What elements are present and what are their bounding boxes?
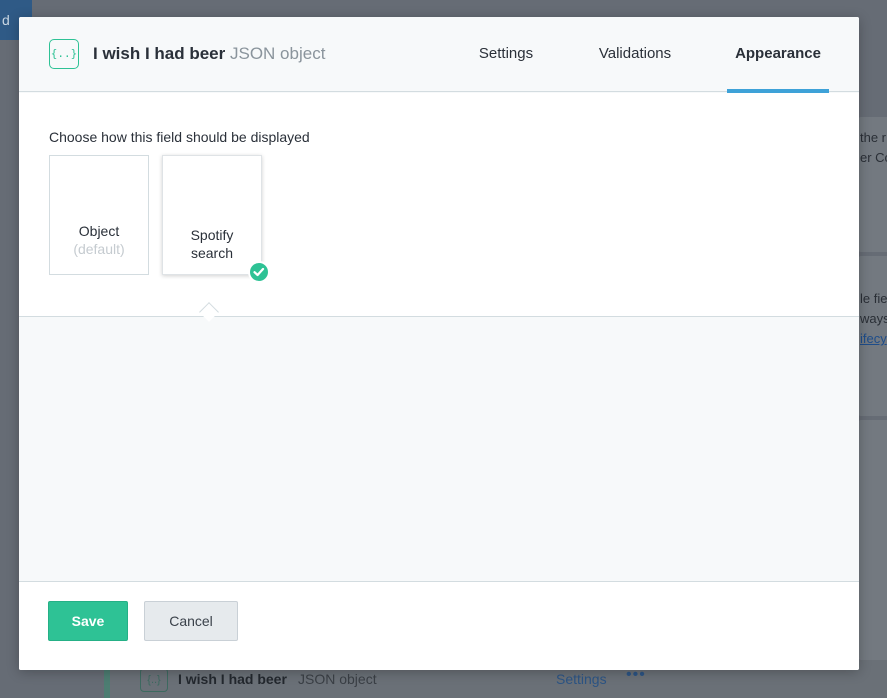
background-settings-link: Settings <box>556 671 607 687</box>
background-side-panel <box>858 420 887 660</box>
option-object-title: Object <box>78 223 120 239</box>
modal-footer: Save Cancel <box>19 581 859 670</box>
selected-check-icon <box>248 261 270 283</box>
background-info-panel: le fie ways ifecy <box>858 256 887 416</box>
save-button[interactable]: Save <box>48 601 128 641</box>
background-field-type: JSON object <box>298 671 377 687</box>
background-field-name: I wish I had beer <box>178 671 287 687</box>
option-object-subtitle: (default) <box>73 241 125 257</box>
background-panel-text: the r <box>860 130 887 145</box>
cancel-button[interactable]: Cancel <box>144 601 238 641</box>
tab-appearance-label: Appearance <box>735 45 821 62</box>
selection-pointer <box>199 302 219 322</box>
appearance-option-spotify-search[interactable]: Spotify search <box>162 155 270 283</box>
background-panel-text: er Co <box>860 150 887 165</box>
background-help-panel: the r er Co <box>858 117 887 252</box>
tab-appearance[interactable]: Appearance <box>727 17 829 93</box>
background-panel-link: ifecy <box>860 331 887 346</box>
modal-header: {..} I wish I had beer JSON object Setti… <box>19 17 859 93</box>
tab-settings-label: Settings <box>478 45 534 62</box>
json-field-icon: {..} <box>140 668 168 692</box>
background-panel-text: le fie <box>860 291 887 306</box>
option-spotify-title: Spotify <box>190 227 234 243</box>
appearance-panel: Choose how this field should be displaye… <box>19 93 859 322</box>
appearance-prompt: Choose how this field should be displaye… <box>49 129 310 145</box>
field-name: I wish I had beer <box>93 44 226 63</box>
tab-settings[interactable]: Settings <box>465 17 547 92</box>
json-object-icon: {..} <box>49 39 79 69</box>
field-type: JSON object <box>230 44 326 63</box>
tab-validations[interactable]: Validations <box>587 17 683 92</box>
background-panel-text: ways <box>860 311 887 326</box>
tab-validations-label: Validations <box>598 45 672 62</box>
option-spotify-title: search <box>190 245 234 261</box>
field-editor-modal: {..} I wish I had beer JSON object Setti… <box>19 17 859 670</box>
appearance-option-object[interactable]: Object (default) <box>49 155 149 275</box>
